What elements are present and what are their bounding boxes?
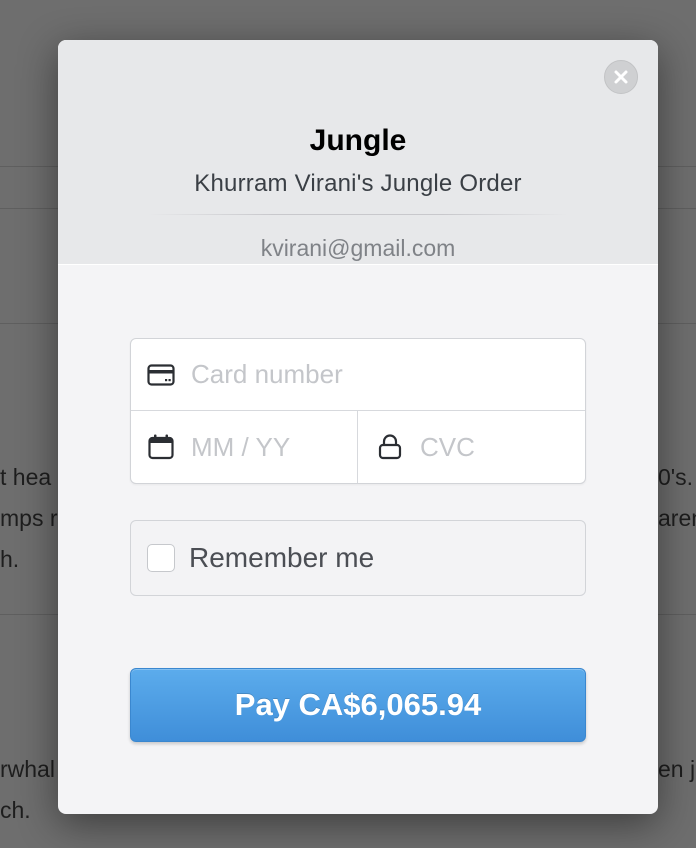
- credit-card-icon: [147, 361, 175, 389]
- remember-me-checkbox[interactable]: [147, 544, 175, 572]
- background-text: t hea: [0, 464, 52, 490]
- calendar-icon: [147, 433, 175, 461]
- expiry-input[interactable]: [191, 431, 341, 463]
- remember-me-row[interactable]: Remember me: [130, 520, 586, 596]
- background-text: en j: [658, 756, 696, 782]
- lock-icon: [376, 433, 404, 461]
- modal-header: Jungle Khurram Virani's Jungle Order kvi…: [58, 40, 658, 265]
- background-text: rwhal: [0, 756, 55, 782]
- background-text: aren: [658, 505, 696, 531]
- checkout-modal: Jungle Khurram Virani's Jungle Order kvi…: [58, 40, 658, 814]
- card-fields-group: [130, 338, 586, 484]
- background-text: 0's.: [658, 464, 694, 490]
- body-highlight: [58, 264, 658, 265]
- cvc-input[interactable]: [420, 431, 570, 463]
- card-number-input[interactable]: [191, 359, 491, 390]
- card-number-field[interactable]: [131, 339, 585, 411]
- expiry-field[interactable]: [131, 411, 358, 483]
- close-icon: [613, 69, 629, 85]
- background-text: h.: [0, 546, 20, 572]
- close-button[interactable]: [604, 60, 638, 94]
- customer-email: kvirani@gmail.com: [260, 235, 456, 261]
- remember-me-label: Remember me: [189, 542, 375, 573]
- cvc-field[interactable]: [358, 411, 585, 483]
- pay-button[interactable]: Pay CA$6,065.94: [130, 668, 586, 742]
- header-divider: [148, 214, 568, 215]
- background-text: mps r: [0, 505, 58, 531]
- pay-button-label: Pay CA$6,065.94: [234, 687, 482, 722]
- background-text: ch.: [0, 797, 31, 823]
- merchant-title: Jungle: [309, 124, 407, 157]
- order-description: Khurram Virani's Jungle Order: [194, 170, 522, 197]
